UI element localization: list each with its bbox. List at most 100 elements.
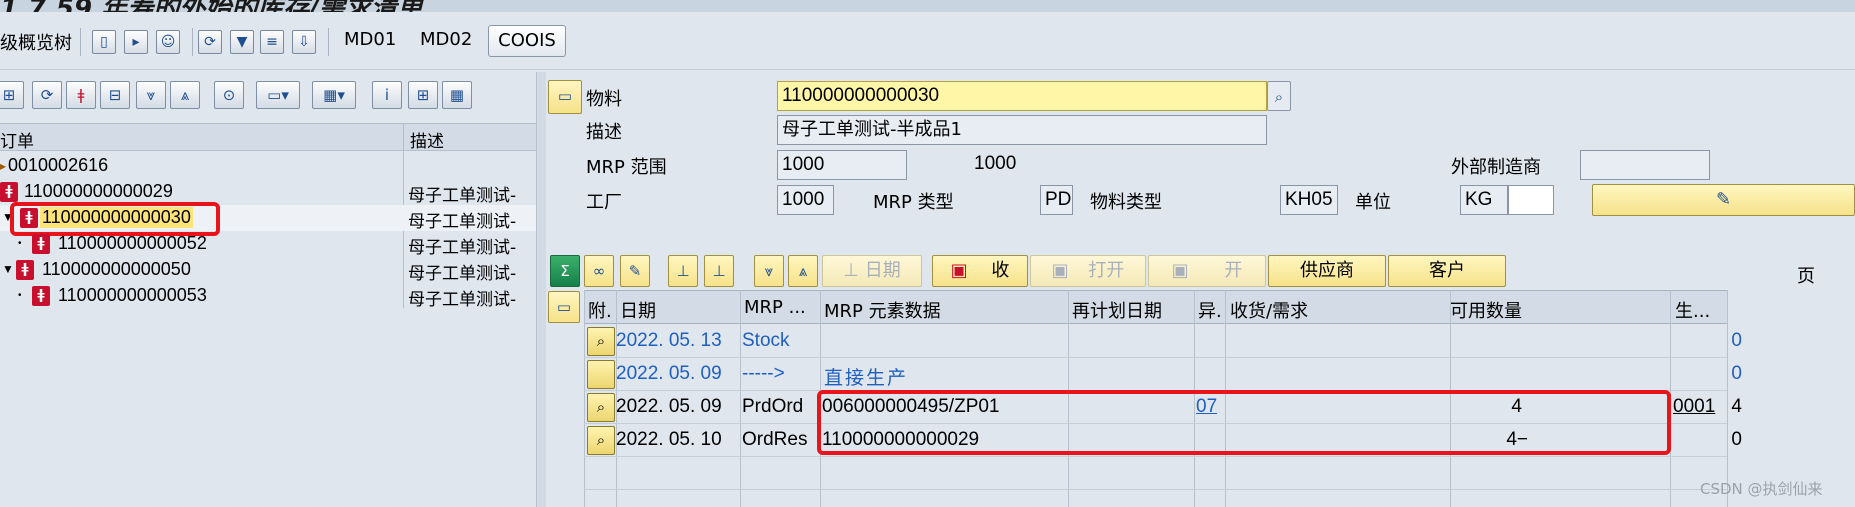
- col-receipt-requirement[interactable]: 收货/需求: [1230, 297, 1308, 323]
- expand-icon[interactable]: ⊞: [0, 81, 24, 109]
- arrow-icon: ▸: [0, 159, 7, 173]
- collapse-icon: ▼: [2, 262, 14, 276]
- details-icon[interactable]: ⌕: [587, 393, 615, 422]
- config-icon[interactable]: ⊞: [408, 81, 438, 109]
- bullet-icon: •: [18, 238, 22, 249]
- col-mrp[interactable]: MRP ...: [744, 297, 806, 318]
- collapse-all-icon[interactable]: ⩓: [170, 81, 200, 109]
- production-order-icon: ǂ: [32, 234, 50, 254]
- search-help-icon[interactable]: ⌕: [1267, 81, 1291, 111]
- grid-header: 附. 日期 MRP ... MRP 元素数据 再计划日期 异. 收货/需求 可用…: [584, 290, 1727, 324]
- mrp-area-field: 1000: [777, 150, 907, 180]
- header-toggle-icon[interactable]: ▭: [548, 80, 582, 114]
- layout-icon[interactable]: ▦▾: [312, 81, 356, 109]
- toolbar-separator: [328, 28, 329, 56]
- find-icon[interactable]: ⊙: [214, 81, 244, 109]
- material-label: 物料: [586, 89, 622, 110]
- table-row-empty: [584, 457, 1727, 490]
- row-layout-icon[interactable]: ▭: [548, 291, 580, 323]
- col-desc-header: 描述: [410, 132, 444, 152]
- description-label: 描述: [586, 122, 622, 143]
- hierarchy-icon[interactable]: ⊟: [100, 81, 130, 109]
- unit-label: 单位: [1355, 192, 1391, 213]
- open2-icon: ▣: [1171, 260, 1195, 281]
- coois-button[interactable]: COOIS: [488, 25, 566, 57]
- md02-button[interactable]: MD02: [420, 29, 472, 50]
- col-exception[interactable]: 异.: [1198, 297, 1222, 323]
- external-procurement-field: [1580, 150, 1710, 180]
- tree-row[interactable]: • ǂ 110000000000053 母子工单测试-: [0, 283, 536, 310]
- mrp-area-text: 1000: [974, 153, 1017, 174]
- tree-row[interactable]: ▼ ǂ 110000000000050 母子工单测试-: [0, 257, 536, 284]
- mrp-type-label: MRP 类型: [873, 192, 954, 213]
- col-reschedule[interactable]: 再计划日期: [1072, 297, 1162, 323]
- plant-label: 工厂: [586, 192, 622, 213]
- page-label: 页: [1797, 266, 1815, 287]
- export-icon[interactable]: ⇩: [292, 30, 316, 54]
- document-icon[interactable]: ▯: [92, 30, 116, 54]
- receipt-button[interactable]: ▣ 收: [932, 255, 1028, 287]
- table-row[interactable]: 2022. 05. 09 -----> 直接生产 0: [584, 358, 1742, 391]
- print-icon[interactable]: ▭▾: [256, 81, 300, 109]
- hierarchy-up-icon[interactable]: ⊥: [668, 255, 698, 287]
- grid-icon[interactable]: ▦: [442, 81, 472, 109]
- highlight-box: [817, 390, 1671, 455]
- glasses-icon[interactable]: ∞: [584, 255, 614, 287]
- order-icon[interactable]: ǂ: [66, 81, 96, 109]
- toolbar-separator: [80, 28, 81, 56]
- external-procurement-label: 外部制造商: [1451, 157, 1541, 178]
- tree-row[interactable]: • ǂ 110000000000052 母子工单测试-: [0, 231, 536, 258]
- document-arrow-icon[interactable]: ▸: [124, 30, 148, 54]
- collapse-all-icon[interactable]: ⩓: [788, 255, 818, 287]
- col-production[interactable]: 生...: [1675, 297, 1710, 323]
- table-row[interactable]: 2022. 05. 13 Stock 0: [584, 325, 1742, 358]
- tree-row[interactable]: ▸ 0010002616: [0, 153, 536, 179]
- unit-field: KG: [1460, 185, 1508, 215]
- edit-icon: ✎: [1715, 189, 1732, 210]
- col-available[interactable]: 可用数量: [1450, 297, 1522, 323]
- refresh-tree-icon[interactable]: ⟳: [32, 81, 62, 109]
- material-type-label: 物料类型: [1090, 192, 1162, 213]
- material-input[interactable]: 110000000000030: [777, 81, 1267, 111]
- empty-icon-slot: [587, 360, 615, 389]
- info-icon[interactable]: i: [372, 81, 402, 109]
- production-order-icon: ǂ: [16, 260, 34, 280]
- toolbar-separator: [192, 28, 193, 56]
- receipt-icon: ▣: [950, 260, 974, 281]
- hierarchy-add-icon[interactable]: ⊥: [704, 255, 734, 287]
- expand-all-icon[interactable]: ⩔: [136, 81, 166, 109]
- col-date[interactable]: 日期: [620, 297, 656, 323]
- col-order-header: 订单: [0, 132, 34, 152]
- title-bar: 1.7.59 年寿的外始的库存/需求清单: [0, 0, 1855, 12]
- col-element[interactable]: MRP 元素数据: [824, 297, 941, 323]
- material-type-field: KH05: [1280, 185, 1338, 215]
- details-icon[interactable]: ⌕: [587, 426, 615, 455]
- col-attachment[interactable]: 附.: [588, 297, 612, 323]
- bullet-icon: •: [18, 290, 22, 301]
- window-title: 1.7.59 年寿的外始的库存/需求清单: [0, 0, 423, 12]
- production-version-link[interactable]: 0001: [1673, 396, 1715, 418]
- tree-overview-button[interactable]: 级概览树: [0, 29, 72, 55]
- open-button[interactable]: ▣ 打开: [1030, 255, 1146, 287]
- production-order-icon: ǂ: [0, 182, 18, 202]
- people-icon[interactable]: ☺: [156, 30, 180, 54]
- unit-extra-field: [1508, 185, 1554, 215]
- details-icon[interactable]: ⌕: [587, 327, 615, 356]
- list-settings-icon[interactable]: ≡: [260, 30, 284, 54]
- sum-icon[interactable]: Σ: [550, 255, 580, 287]
- expand-all-icon[interactable]: ⩔: [754, 255, 784, 287]
- pencil-icon[interactable]: ✎: [620, 255, 650, 287]
- edit-button[interactable]: ✎: [1592, 184, 1855, 216]
- date-button[interactable]: ⊥ 日期: [822, 255, 922, 287]
- watermark: CSDN @执剑仙来: [1700, 480, 1823, 498]
- date-icon: ⊥: [843, 260, 865, 281]
- splitter[interactable]: [536, 72, 546, 507]
- open2-button[interactable]: ▣ 开: [1148, 255, 1266, 287]
- vendor-button[interactable]: 供应商: [1268, 255, 1386, 287]
- production-order-icon: ǂ: [32, 286, 50, 306]
- md01-button[interactable]: MD01: [344, 29, 396, 50]
- filter-icon[interactable]: ▼: [230, 30, 254, 54]
- mrp-area-label: MRP 范围: [586, 157, 667, 178]
- customer-button[interactable]: 客户: [1388, 255, 1506, 287]
- refresh-icon[interactable]: ⟳: [198, 30, 222, 54]
